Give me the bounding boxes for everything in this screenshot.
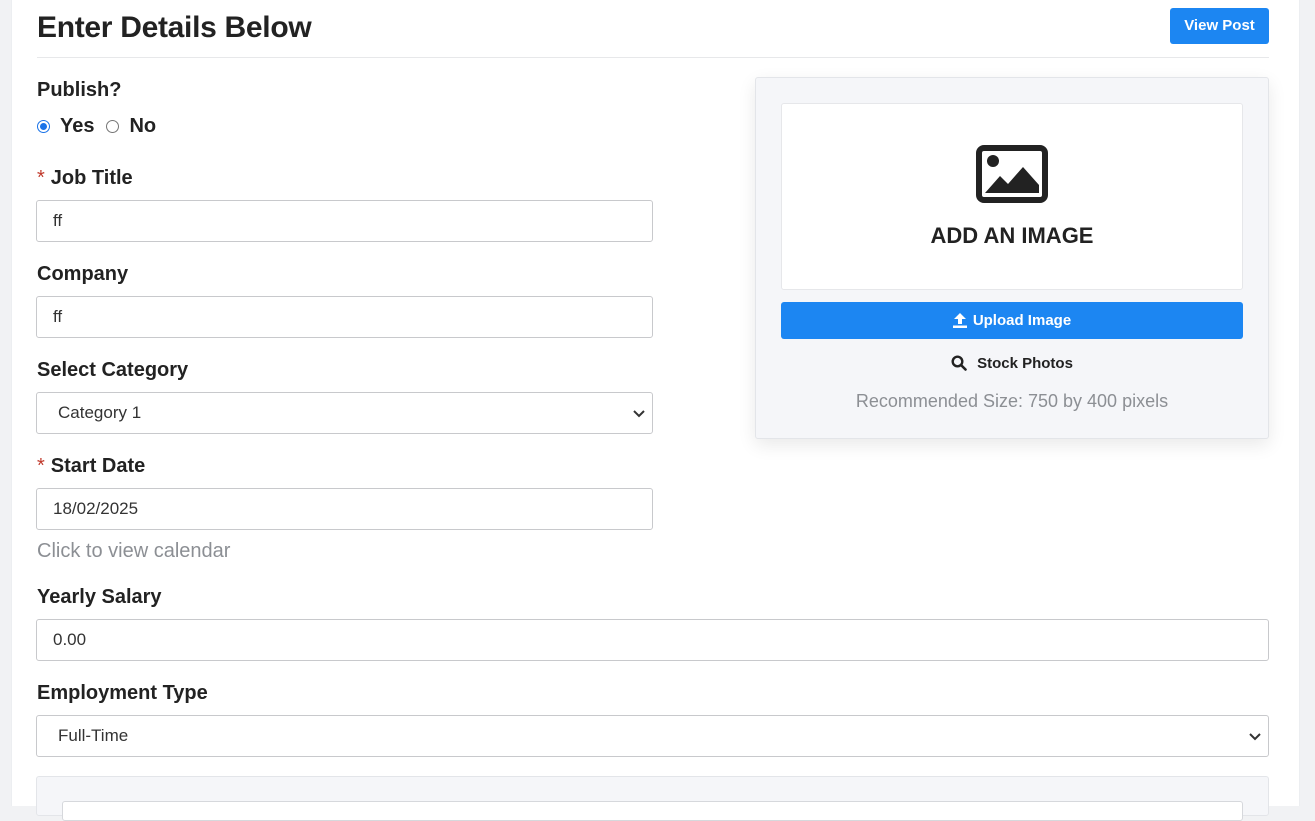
employment-type-label: Employment Type bbox=[37, 682, 208, 704]
recommended-size-text: Recommended Size: 750 by 400 pixels bbox=[855, 391, 1169, 411]
publish-label: Publish? bbox=[37, 79, 122, 101]
required-marker: * bbox=[37, 167, 45, 189]
bottom-panel-field[interactable] bbox=[62, 801, 1243, 821]
company-input[interactable]: ff bbox=[36, 296, 653, 338]
page-title: Enter Details Below bbox=[37, 11, 312, 44]
search-icon bbox=[951, 355, 967, 371]
image-icon bbox=[976, 145, 1048, 203]
chevron-down-icon bbox=[1249, 733, 1261, 741]
chevron-down-icon bbox=[633, 410, 645, 418]
calendar-help-text[interactable]: Click to view calendar bbox=[37, 540, 230, 563]
category-label: Select Category bbox=[37, 359, 189, 381]
salary-input[interactable]: 0.00 bbox=[36, 619, 1269, 661]
employment-type-select[interactable]: Full-Time bbox=[36, 715, 1269, 757]
stock-photos-link[interactable]: Stock Photos bbox=[781, 353, 1243, 373]
publish-yes-label[interactable]: Yes bbox=[60, 115, 94, 138]
publish-no-label[interactable]: No bbox=[129, 115, 156, 138]
upload-image-button[interactable]: Upload Image bbox=[781, 302, 1243, 339]
company-label: Company bbox=[37, 263, 129, 285]
salary-label: Yearly Salary bbox=[37, 586, 162, 608]
start-date-label: * Start Date bbox=[37, 455, 146, 477]
view-post-button[interactable]: View Post bbox=[1170, 8, 1269, 44]
publish-yes-radio[interactable] bbox=[37, 119, 50, 133]
category-select-value: Category 1 bbox=[58, 403, 142, 422]
job-title-label: * Job Title bbox=[37, 167, 133, 189]
start-date-input[interactable]: 18/02/2025 bbox=[36, 488, 653, 530]
publish-radio-group: Yes No bbox=[37, 114, 168, 138]
upload-image-label: Upload Image bbox=[972, 312, 1072, 329]
add-image-text: ADD AN IMAGE bbox=[930, 223, 1094, 248]
job-title-input[interactable]: ff bbox=[36, 200, 653, 242]
category-select[interactable]: Category 1 bbox=[36, 392, 653, 434]
stock-photos-label: Stock Photos bbox=[977, 354, 1073, 372]
required-marker: * bbox=[37, 455, 45, 477]
employment-type-value: Full-Time bbox=[58, 726, 129, 745]
divider bbox=[37, 57, 1269, 58]
upload-icon bbox=[952, 313, 967, 328]
publish-no-radio[interactable] bbox=[106, 119, 120, 133]
